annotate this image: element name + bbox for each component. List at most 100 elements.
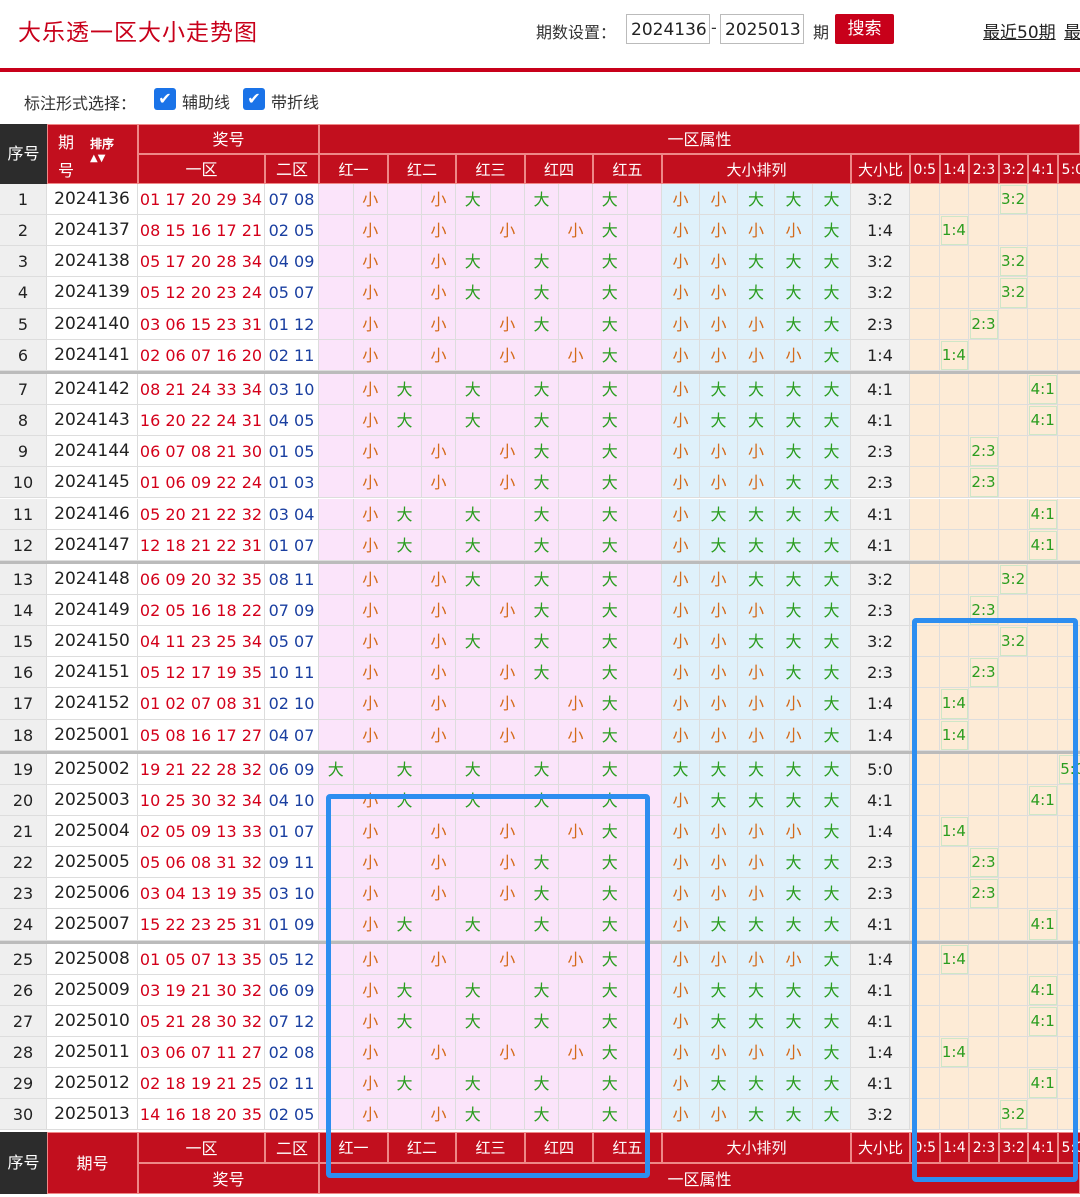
red3-left bbox=[456, 657, 491, 689]
red-col-header-4: 红四 bbox=[525, 154, 593, 184]
row-ratio: 1:4 bbox=[851, 943, 910, 975]
issue-header: 期号排序 ▲▼ bbox=[47, 124, 138, 184]
row-front-numbers: 06 09 20 32 35 bbox=[138, 563, 265, 595]
red5-right bbox=[627, 215, 662, 247]
red1-left bbox=[319, 719, 354, 751]
arrangement-cell: 大 bbox=[700, 529, 738, 561]
arrangement-cell: 大 bbox=[662, 753, 700, 785]
red1-right: 小 bbox=[353, 657, 388, 689]
red4-right bbox=[559, 373, 593, 406]
arrangement-cell: 小 bbox=[700, 1099, 738, 1131]
guide-line-label: 辅助线 bbox=[182, 93, 231, 112]
arrangement-cell: 小 bbox=[700, 563, 738, 595]
recent-more-link[interactable]: 最 bbox=[1064, 18, 1080, 43]
arrangement-cell: 大 bbox=[738, 626, 775, 658]
sort-arrows-icon[interactable]: ▲▼ bbox=[90, 153, 105, 164]
end-period-input[interactable]: 2025013 bbox=[720, 14, 804, 44]
red4-left: 大 bbox=[525, 308, 559, 340]
ratio-empty bbox=[998, 436, 1029, 468]
red5-right bbox=[627, 308, 662, 340]
red4-left: 大 bbox=[525, 467, 559, 499]
red1-left bbox=[319, 529, 354, 561]
arrangement-cell: 大 bbox=[775, 1099, 813, 1131]
arrangement-cell: 小 bbox=[662, 339, 700, 371]
arrangement-cell: 小 bbox=[738, 339, 775, 371]
arrangement-cell: 大 bbox=[700, 974, 738, 1006]
red1-right: 小 bbox=[353, 405, 388, 437]
arrangement-cell: 小 bbox=[662, 847, 700, 879]
row-issue: 2025007 bbox=[47, 909, 138, 941]
arrangement-cell: 大 bbox=[813, 498, 851, 530]
row-back-numbers: 04 10 bbox=[265, 784, 319, 816]
arrangement-cell: 小 bbox=[662, 878, 700, 910]
red2-left bbox=[388, 308, 422, 340]
row-seq: 6 bbox=[0, 339, 47, 371]
row-ratio: 2:3 bbox=[851, 847, 910, 879]
ratio-empty bbox=[910, 308, 940, 340]
footer-winning: 奖号 bbox=[138, 1162, 319, 1194]
red5-left: 大 bbox=[593, 563, 628, 595]
red1-right: 小 bbox=[353, 246, 388, 278]
arrangement-cell: 大 bbox=[775, 626, 813, 658]
arrangement-cell: 大 bbox=[700, 1005, 738, 1038]
zone-one-header: 一区 bbox=[138, 154, 265, 184]
red4-right bbox=[559, 405, 593, 437]
row-seq: 27 bbox=[0, 1005, 47, 1038]
row-seq: 22 bbox=[0, 847, 47, 879]
row-ratio: 4:1 bbox=[851, 909, 910, 941]
polyline-checkbox[interactable]: ✔ bbox=[243, 88, 265, 110]
red2-left: 大 bbox=[388, 498, 422, 530]
red2-left bbox=[388, 339, 422, 371]
arrangement-cell: 大 bbox=[813, 529, 851, 561]
arrangement-cell: 大 bbox=[775, 529, 813, 561]
recent-50-link[interactable]: 最近50期 bbox=[983, 18, 1056, 43]
ratio-mark: 4:1 bbox=[1028, 498, 1058, 530]
sort-button[interactable]: 排序 bbox=[90, 135, 114, 152]
red5-right bbox=[627, 339, 662, 371]
row-seq: 11 bbox=[0, 498, 47, 530]
row-issue: 2025001 bbox=[47, 719, 138, 751]
arrangement-cell: 大 bbox=[738, 563, 775, 595]
row-issue: 2024151 bbox=[47, 657, 138, 689]
ratio-empty bbox=[1058, 436, 1080, 468]
red5-left: 大 bbox=[593, 246, 628, 278]
row-front-numbers: 06 07 08 21 30 bbox=[138, 436, 265, 468]
red4-left: 大 bbox=[525, 373, 559, 406]
ratio-col-header-4: 4:1 bbox=[1028, 154, 1058, 184]
row-issue: 2024145 bbox=[47, 467, 138, 499]
row-back-numbers: 04 09 bbox=[265, 246, 319, 278]
page-title: 大乐透一区大小走势图 bbox=[18, 20, 258, 46]
red2-right: 小 bbox=[422, 215, 456, 247]
red3-right bbox=[490, 277, 525, 309]
arrangement-cell: 大 bbox=[813, 339, 851, 371]
ratio-empty bbox=[998, 405, 1029, 437]
ratio-header: 大小比 bbox=[851, 154, 910, 184]
red1-left bbox=[319, 246, 354, 278]
start-period-input[interactable]: 2024136 bbox=[626, 14, 710, 44]
ratio-empty bbox=[998, 339, 1029, 371]
ratio-empty bbox=[910, 215, 940, 247]
guide-line-checkbox[interactable]: ✔ bbox=[154, 88, 176, 110]
red4-right: 小 bbox=[559, 215, 593, 247]
arrangement-cell: 大 bbox=[813, 688, 851, 720]
red4-left bbox=[525, 688, 559, 720]
red2-right: 小 bbox=[422, 626, 456, 658]
ratio-empty bbox=[939, 184, 970, 216]
red2-left bbox=[388, 277, 422, 309]
ratio-mark: 3:2 bbox=[998, 563, 1029, 595]
red4-right bbox=[559, 308, 593, 340]
arrangement-cell: 小 bbox=[738, 847, 775, 879]
red2-left bbox=[388, 184, 422, 216]
red4-left: 大 bbox=[525, 405, 559, 437]
arrangement-cell: 小 bbox=[662, 909, 700, 941]
search-button[interactable]: 搜索 bbox=[835, 14, 894, 44]
row-issue: 2025002 bbox=[47, 753, 138, 785]
arrangement-cell: 小 bbox=[662, 816, 700, 848]
red5-left: 大 bbox=[593, 373, 628, 406]
row-front-numbers: 03 19 21 30 32 bbox=[138, 974, 265, 1006]
arrangement-cell: 大 bbox=[775, 308, 813, 340]
arrangement-cell: 大 bbox=[775, 974, 813, 1006]
red4-left: 大 bbox=[525, 529, 559, 561]
ratio-empty bbox=[939, 405, 970, 437]
arrangement-cell: 大 bbox=[775, 498, 813, 530]
